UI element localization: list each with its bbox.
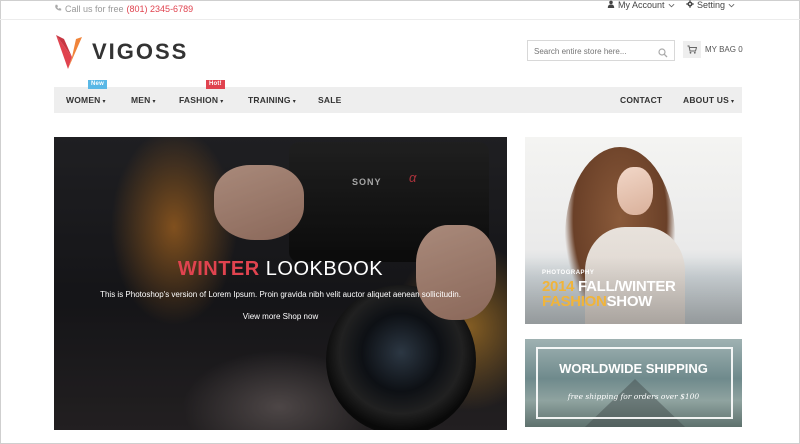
phone-info: Call us for free (801) 2345-6789 bbox=[54, 4, 193, 14]
hero-banner[interactable]: SONY α WINTER LOOKBOOK This is Photoshop… bbox=[54, 137, 507, 430]
site-logo[interactable]: VIGOSS bbox=[54, 33, 188, 71]
shipping-frame bbox=[536, 347, 733, 419]
phone-number[interactable]: (801) 2345-6789 bbox=[127, 4, 194, 14]
caret-down-icon: ▾ bbox=[220, 99, 224, 105]
hero-shade bbox=[54, 137, 507, 430]
nav-item-women[interactable]: WOMEN ▾ New bbox=[66, 80, 107, 113]
user-icon bbox=[607, 0, 615, 10]
nav-item-contact[interactable]: CONTACT bbox=[620, 87, 662, 113]
hero-description: This is Photoshop's version of Lorem Ips… bbox=[100, 290, 461, 299]
hero-title-highlight: WINTER bbox=[177, 258, 260, 280]
logo-mark-icon bbox=[54, 33, 84, 71]
banner-fashion: FASHION bbox=[542, 293, 607, 310]
nav-item-label: FASHION bbox=[179, 95, 219, 105]
search-input[interactable] bbox=[528, 42, 648, 61]
logo-text: VIGOSS bbox=[92, 39, 189, 64]
nav-item-training[interactable]: TRAINING ▾ bbox=[248, 87, 296, 113]
fashion-show-banner[interactable]: PHOTOGRAPHY 2014 FALL/WINTER FASHIONSHOW bbox=[525, 137, 742, 324]
hero-cta-link[interactable]: View more Shop now bbox=[54, 312, 507, 321]
chevron-down-icon bbox=[668, 0, 675, 10]
shipping-subtitle: free shipping for orders over $100 bbox=[567, 392, 700, 401]
hero-title-rest: LOOKBOOK bbox=[259, 258, 384, 280]
phone-icon bbox=[54, 4, 62, 14]
top-bar: Call us for free (801) 2345-6789 My Acco… bbox=[0, 0, 800, 20]
banner-kicker: PHOTOGRAPHY bbox=[542, 270, 595, 276]
caret-down-icon: ▾ bbox=[102, 99, 106, 105]
caret-down-icon: ▾ bbox=[292, 99, 296, 105]
nav-item-label: MEN bbox=[131, 95, 151, 105]
bag-label: MY BAG 0 bbox=[705, 45, 743, 54]
banner-show: SHOW bbox=[606, 293, 653, 310]
nav-item-label: SALE bbox=[318, 95, 342, 105]
nav-item-label: ABOUT US bbox=[683, 95, 729, 105]
gear-icon bbox=[686, 0, 694, 10]
new-badge: New bbox=[88, 80, 107, 89]
setting-menu[interactable]: Setting bbox=[686, 0, 735, 10]
setting-label: Setting bbox=[697, 0, 726, 10]
caret-down-icon: ▾ bbox=[731, 99, 735, 105]
nav-item-label: TRAINING bbox=[248, 95, 291, 105]
nav-item-label: WOMEN bbox=[66, 95, 101, 105]
search-box bbox=[527, 40, 675, 61]
nav-item-about-us[interactable]: ABOUT US ▾ bbox=[683, 87, 734, 113]
search-icon[interactable] bbox=[658, 45, 668, 63]
cart-icon bbox=[683, 41, 701, 58]
hero-title: WINTER LOOKBOOK bbox=[54, 258, 507, 281]
model-face bbox=[617, 167, 653, 215]
shipping-banner[interactable]: WORLDWIDE SHIPPING free shipping for ord… bbox=[525, 339, 742, 427]
nav-item-sale[interactable]: SALE bbox=[318, 87, 341, 113]
nav-item-men[interactable]: MEN ▾ bbox=[131, 87, 156, 113]
hot-badge: Hot! bbox=[206, 80, 225, 89]
banner-line-2: FASHIONSHOW bbox=[542, 293, 652, 310]
nav-item-fashion[interactable]: FASHION ▾ Hot! bbox=[179, 80, 225, 113]
shopping-bag[interactable]: MY BAG 0 bbox=[683, 41, 743, 58]
nav-item-label: CONTACT bbox=[620, 95, 663, 105]
shipping-title: WORLDWIDE SHIPPING bbox=[559, 361, 708, 376]
my-account-menu[interactable]: My Account bbox=[607, 0, 675, 10]
my-account-label: My Account bbox=[618, 0, 665, 10]
caret-down-icon: ▾ bbox=[152, 99, 156, 105]
phone-label: Call us for free bbox=[65, 4, 124, 14]
main-nav: WOMEN ▾ New MEN ▾ FASHION ▾ Hot! TRAINING ▾ … bbox=[54, 80, 742, 113]
chevron-down-icon bbox=[728, 0, 735, 10]
